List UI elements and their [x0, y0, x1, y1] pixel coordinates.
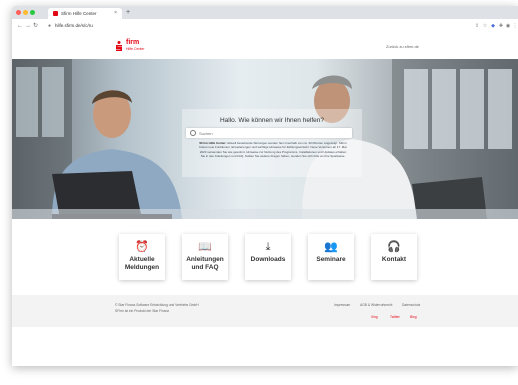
- browser-tab[interactable]: Sfirm Hilfe Center ×: [48, 8, 122, 19]
- hero-photo: [12, 59, 518, 219]
- logo-subtitle: Hilfe Center: [126, 47, 145, 51]
- extension-icon[interactable]: ◆: [490, 19, 496, 33]
- url-text: hilfe.sfirm.de/s/c/ru: [55, 23, 93, 28]
- share-icon[interactable]: ⇪: [474, 19, 480, 33]
- forward-icon[interactable]: →: [25, 19, 31, 33]
- category-tiles: ⏰ Aktuelle Meldungen 📖 Anleitungen und F…: [12, 234, 518, 288]
- back-to-sfirm-link[interactable]: Zurück zu sfirm.de: [386, 44, 419, 49]
- tab-favicon: [53, 11, 58, 16]
- tile-kontakt[interactable]: 🎧 Kontakt: [371, 234, 417, 280]
- footer-social-twitter[interactable]: Twitter: [390, 315, 400, 319]
- browser-window: Sfirm Hilfe Center × + ← → ↻ ● hilfe.sfi…: [12, 6, 518, 366]
- tile-label: Anleitungen und FAQ: [186, 256, 224, 271]
- tile-anleitungen-faq[interactable]: 📖 Anleitungen und FAQ: [182, 234, 228, 280]
- tile-label: Kontakt: [381, 256, 407, 263]
- people-icon: 👥: [324, 241, 338, 253]
- hero-info-text: SFirm Hilfe Center: Aktuell bestehende S…: [198, 141, 348, 158]
- address-bar: ← → ↻ ● hilfe.sfirm.de/s/c/ru ⇪ ☆ ◆ ✚ ◉ …: [12, 19, 518, 34]
- download-icon: ⤓: [265, 241, 271, 253]
- tile-seminare[interactable]: 👥 Seminare: [308, 234, 354, 280]
- back-icon[interactable]: ←: [17, 19, 23, 33]
- menu-icon[interactable]: ⋮: [512, 19, 518, 33]
- browser-tabstrip: Sfirm Hilfe Center × +: [12, 6, 518, 19]
- url-field[interactable]: ● hilfe.sfirm.de/s/c/ru: [46, 22, 466, 30]
- tile-downloads[interactable]: ⤓ Downloads: [245, 234, 291, 280]
- alarm-clock-icon: ⏰: [135, 241, 149, 253]
- footer-social-blog[interactable]: Blog: [410, 315, 417, 319]
- book-icon: 📖: [198, 241, 212, 253]
- window-maximize-button[interactable]: [30, 10, 35, 15]
- extensions-puzzle-icon[interactable]: ✚: [498, 19, 504, 33]
- lock-icon: ●: [48, 23, 52, 29]
- footer-copyright: © Star Finanz-Software Entwicklung und V…: [115, 303, 199, 307]
- profile-icon[interactable]: ◉: [505, 19, 511, 33]
- tile-aktuelle-meldungen[interactable]: ⏰ Aktuelle Meldungen: [119, 234, 165, 280]
- hero-banner: Hallo. Wie können wir Ihnen helfen? SFir…: [12, 59, 518, 219]
- footer-link-agb[interactable]: AGB & Widerrufsrecht: [360, 303, 392, 307]
- new-tab-icon[interactable]: +: [126, 7, 130, 18]
- tile-label: Downloads: [250, 256, 286, 263]
- headset-icon: 🎧: [387, 241, 401, 253]
- search-input[interactable]: [199, 128, 349, 138]
- search-icon: [190, 130, 196, 136]
- reload-icon[interactable]: ↻: [33, 19, 38, 33]
- tile-label: Aktuelle Meldungen: [124, 256, 160, 271]
- footer-product-note: SFirm ist ein Produkt der Star Finanz: [115, 309, 170, 313]
- footer-social-xing[interactable]: Xing: [371, 315, 378, 319]
- tab-close-icon[interactable]: ×: [114, 9, 117, 18]
- footer-link-datenschutz[interactable]: Datenschutz: [402, 303, 420, 307]
- hero-title: Hallo. Wie können wir Ihnen helfen?: [219, 117, 325, 124]
- site-header: firm Hilfe Center Zurück zu sfirm.de: [12, 33, 518, 59]
- tab-title: Sfirm Hilfe Center: [61, 11, 97, 16]
- window-minimize-button[interactable]: [23, 10, 28, 15]
- bookmark-star-icon[interactable]: ☆: [482, 19, 488, 33]
- site-footer: © Star Finanz-Software Entwicklung und V…: [12, 295, 518, 327]
- sparkasse-logo-icon[interactable]: [115, 41, 123, 51]
- tile-label: Seminare: [316, 256, 346, 263]
- logo-text[interactable]: firm: [126, 39, 139, 47]
- window-close-button[interactable]: [16, 10, 21, 15]
- search-box[interactable]: [186, 128, 352, 138]
- footer-link-impressum[interactable]: Impressum: [334, 303, 350, 307]
